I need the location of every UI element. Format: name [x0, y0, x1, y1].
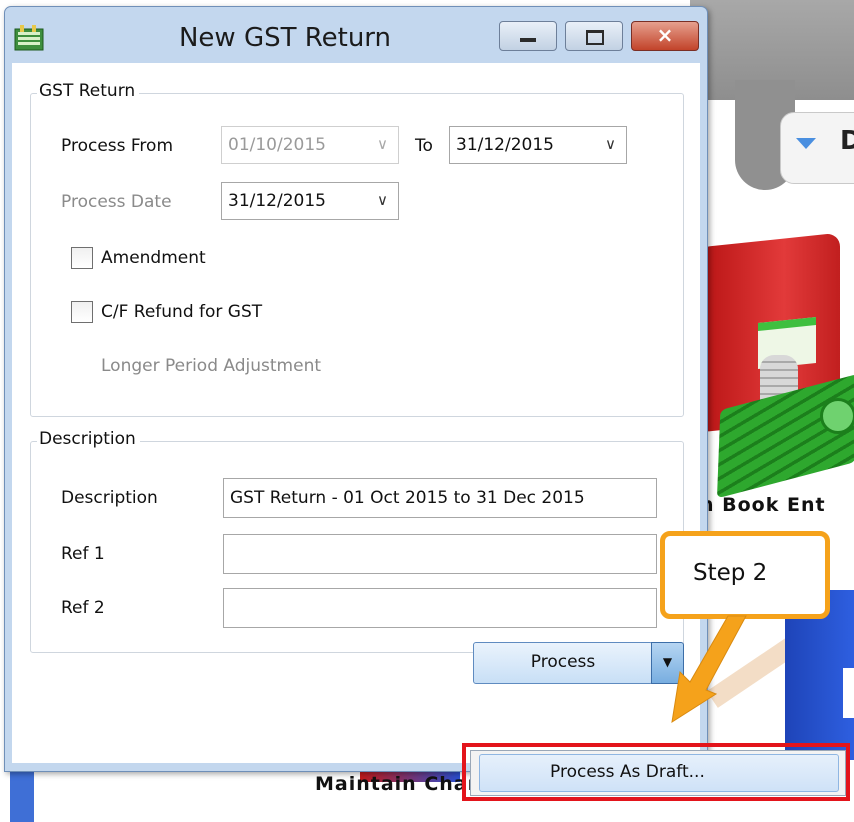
callout-arrow-icon [671, 615, 747, 724]
